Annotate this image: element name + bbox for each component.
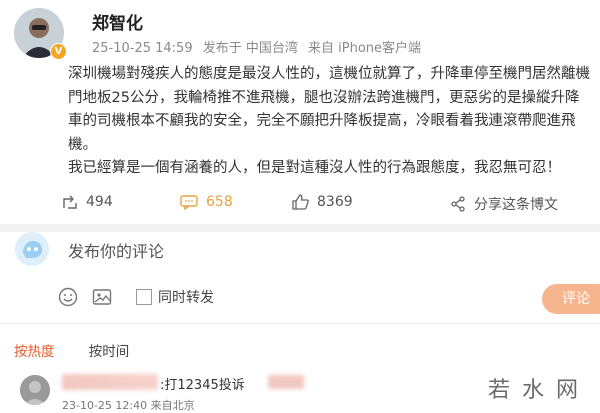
post-location: 发布于 中国台湾: [202, 41, 298, 56]
image-icon[interactable]: [92, 287, 112, 307]
tab-sort-time[interactable]: 按时间: [89, 344, 130, 360]
comment-icon: [180, 195, 198, 210]
divider: [0, 224, 600, 232]
sync-repost-checkbox[interactable]: [136, 289, 152, 305]
post-meta: 25-10-25 14:59 发布于 中国台湾 来自 iPhone客户端: [92, 37, 427, 56]
user-avatar-bubble-icon: [15, 232, 49, 266]
comment-button[interactable]: 658: [180, 194, 233, 210]
post-body: 深圳機場對殘疾人的態度是最沒人性的，這機位就算了，升降車停至機門居然離機 門地板…: [68, 63, 600, 181]
commenter-avatar[interactable]: [20, 375, 50, 405]
commenter-name-redacted: [62, 374, 158, 390]
comment-redacted: [268, 375, 304, 389]
tab-sort-hot[interactable]: 按热度: [14, 344, 55, 360]
repost-button[interactable]: 494: [62, 194, 113, 210]
comment-count: 658: [206, 194, 233, 210]
post-time: 25-10-25 14:59: [92, 41, 193, 56]
divider: [0, 323, 600, 324]
action-bar: 494 658 8369 分享这条博文: [0, 190, 600, 218]
post-source: 来自 iPhone客户端: [308, 41, 422, 56]
sync-repost-label: 同时转发: [158, 290, 214, 306]
post-line: 車的司機根本不顧我的安全，完全不願把升降板提高，冷眼看着我連滾帶爬進飛: [68, 113, 576, 129]
post-line: 深圳機場對殘疾人的態度是最沒人性的，這機位就算了，升降車停至機門居然離機: [68, 66, 590, 82]
comment-text: :打12345投诉: [160, 378, 245, 393]
post-line: 我已經算是一個有涵養的人，但是對這種沒人性的行為跟態度，我忍無可忍！: [68, 160, 561, 176]
post-line: 門地板25公分，我輪椅推不進飛機，腿也沒辦法跨進機門，更惡劣的是操縱升降: [68, 89, 580, 106]
verified-badge-icon: V: [50, 43, 67, 60]
thumbs-up-icon: [292, 194, 309, 210]
watermark-logo: 若水网: [488, 378, 591, 403]
repost-icon: [63, 195, 77, 209]
emoji-icon[interactable]: [58, 287, 78, 307]
comment-sort-tabs: 按热度 按时间: [14, 340, 159, 360]
comment-tools: 同时转发: [58, 286, 214, 308]
submit-comment-button[interactable]: 评论: [542, 284, 600, 314]
share-label: 分享这条博文: [474, 197, 558, 213]
share-icon: [451, 196, 465, 212]
like-button[interactable]: 8369: [292, 194, 353, 210]
share-button[interactable]: 分享这条博文: [450, 194, 558, 214]
like-count: 8369: [317, 194, 353, 210]
author-name[interactable]: 郑智化: [92, 9, 143, 34]
repost-count: 494: [86, 194, 113, 210]
post-line: 機。: [68, 136, 97, 153]
comment-input[interactable]: 发布你的评论: [68, 232, 588, 272]
comment-meta: 23-10-25 12:40 来自北京: [62, 399, 195, 412]
